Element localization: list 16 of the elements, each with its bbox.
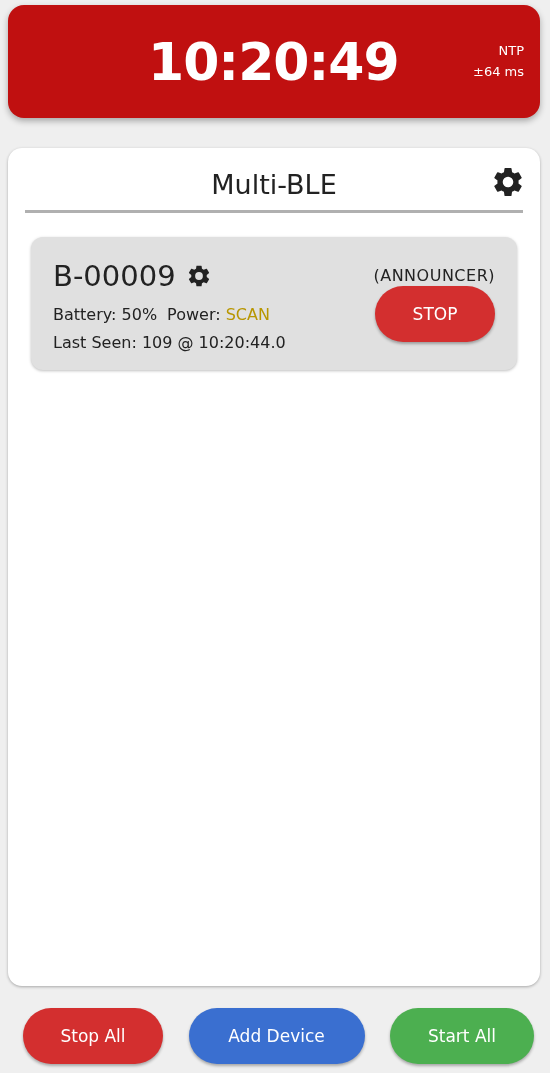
- last-seen-text: Last Seen: 109 @ 10:20:44.0: [53, 333, 286, 352]
- stop-button[interactable]: STOP: [375, 286, 495, 342]
- device-role: (ANNOUNCER): [373, 266, 495, 285]
- time-offset: ±64 ms: [473, 64, 524, 79]
- stop-all-button[interactable]: Stop All: [23, 1008, 163, 1064]
- time-source: NTP: [498, 43, 524, 58]
- power-label: Power:: [167, 305, 221, 324]
- start-all-button[interactable]: Start All: [390, 1008, 534, 1064]
- add-device-button[interactable]: Add Device: [188, 1008, 365, 1064]
- panel-title: Multi-BLE: [211, 168, 337, 200]
- battery-text: Battery: 50%: [53, 305, 158, 324]
- settings-icon[interactable]: [187, 265, 210, 287]
- settings-icon[interactable]: [493, 167, 523, 197]
- device-name: B-00009: [53, 259, 176, 293]
- clock-time: 10:20:49: [148, 31, 399, 92]
- power-value: SCAN: [225, 305, 270, 324]
